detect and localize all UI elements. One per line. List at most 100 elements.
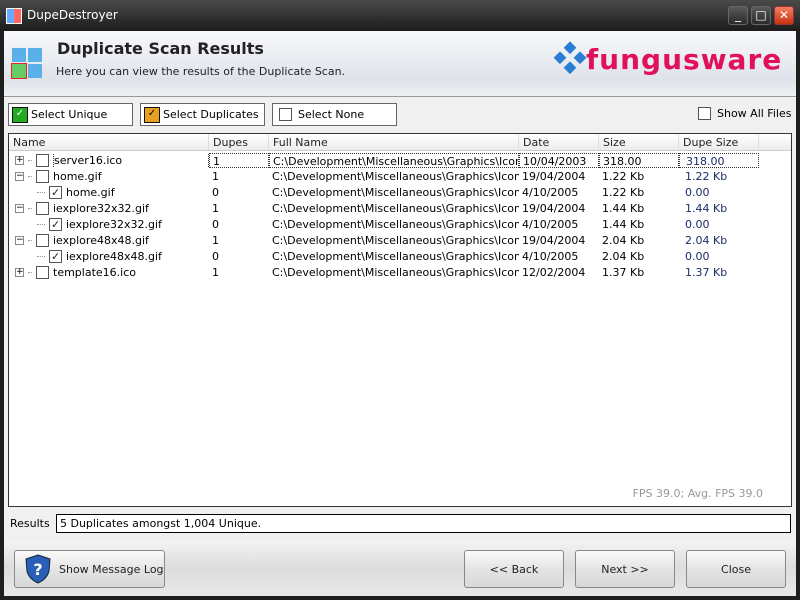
table-row[interactable]: home.gif 0 C:\Development\Miscellaneous\Gr…: [9, 184, 791, 200]
table-row[interactable]: − iexplore48x48.gif 1 C:\Development\Miscel…: [9, 232, 791, 248]
expand-icon[interactable]: +: [15, 155, 24, 165]
select-none-button[interactable]: Select None: [272, 103, 397, 126]
tree-line: [28, 175, 32, 177]
name-cell: iexplore32x32.gif: [9, 217, 209, 232]
dupe-size-cell: 1.37 Kb: [685, 265, 728, 279]
fungusware-logo: fungusware: [552, 41, 782, 81]
dupes-cell: 0: [212, 185, 219, 199]
select-unique-label: Select Unique: [31, 108, 108, 121]
full-cell: C:\Development\Miscellaneous\Graphics\Ic…: [272, 249, 519, 263]
close-button[interactable]: Close: [686, 550, 786, 588]
show-all-files-checkbox[interactable]: Show All Files: [698, 107, 791, 120]
name-cell: + template16.ico: [9, 265, 209, 280]
column-header-dupes[interactable]: Dupes: [209, 134, 269, 151]
row-checkbox[interactable]: [36, 233, 49, 247]
full-cell: C:\Development\Miscellaneous\Graphics\Ic…: [272, 169, 519, 183]
full-cell: C:\Development\Miscellaneous\Graphics\Ic…: [269, 152, 519, 168]
dupe-size-cell: 318.00: [679, 152, 759, 168]
date-cell: 4/10/2005: [522, 185, 579, 199]
file-name: iexplore48x48.gif: [66, 249, 162, 263]
name-cell: + server16.ico: [9, 152, 209, 168]
row-checkbox[interactable]: [36, 169, 49, 183]
size-cell: 1.37 Kb: [602, 265, 645, 279]
date-cell: 12/02/2004: [522, 265, 586, 279]
scan-icon: [11, 48, 42, 79]
dupes-cell: 1: [209, 152, 269, 168]
file-name: server16.ico: [53, 152, 209, 168]
column-header-full[interactable]: Full Name: [269, 134, 519, 151]
results-tree-list[interactable]: Name Dupes Full Name Date Size Dupe Size + ser…: [8, 133, 792, 507]
file-name: iexplore48x48.gif: [53, 233, 149, 247]
column-header-size[interactable]: Size: [599, 134, 679, 151]
next-button[interactable]: Next >>: [575, 550, 675, 588]
show-message-log-label: Show Message Log: [59, 562, 164, 576]
size-cell: 1.22 Kb: [602, 169, 645, 183]
empty-checkbox-icon: [279, 108, 292, 121]
back-button[interactable]: << Back: [464, 550, 564, 588]
show-message-log-button[interactable]: ? Show Message Log: [14, 550, 165, 588]
column-header-dupe-size[interactable]: Dupe Size: [679, 134, 759, 151]
file-name: home.gif: [66, 185, 115, 199]
select-duplicates-icon: ✓: [144, 106, 160, 123]
tree-line: [28, 207, 32, 209]
row-checkbox[interactable]: [36, 201, 49, 215]
table-row[interactable]: iexplore48x48.gif 0 C:\Development\Miscell…: [9, 248, 791, 264]
fps-readout: FPS 39.0; Avg. FPS 39.0: [632, 487, 763, 500]
full-cell: C:\Development\Miscellaneous\Graphics\Ic…: [272, 233, 519, 247]
column-header-name[interactable]: Name: [9, 134, 209, 151]
row-checkbox[interactable]: [49, 217, 62, 232]
dupe-size-cell: 0.00: [685, 217, 710, 231]
file-name: iexplore32x32.gif: [53, 201, 149, 215]
page-subtitle: Here you can view the results of the Dup…: [56, 65, 346, 78]
tree-line: [28, 159, 32, 161]
table-row[interactable]: − iexplore32x32.gif 1 C:\Development\Miscel…: [9, 200, 791, 216]
full-cell: C:\Development\Miscellaneous\Graphics\Ic…: [272, 201, 519, 215]
select-unique-button[interactable]: ✓ Select Unique: [8, 103, 133, 126]
dupes-cell: 1: [212, 169, 219, 183]
dupe-size-cell: 0.00: [685, 185, 710, 199]
file-name: home.gif: [53, 169, 102, 183]
table-row[interactable]: − home.gif 1 C:\Development\Miscellaneous\G…: [9, 168, 791, 184]
checkbox[interactable]: [698, 107, 711, 120]
row-checkbox[interactable]: [36, 265, 49, 279]
dupes-cell: 1: [212, 233, 219, 247]
dupe-size-cell: 1.22 Kb: [685, 169, 728, 183]
close-window-button[interactable]: ✕: [774, 6, 794, 25]
window-title: DupeDestroyer: [27, 8, 118, 22]
title-bar: DupeDestroyer _ □ ✕: [0, 0, 800, 31]
header-panel: Duplicate Scan Results Here you can view…: [4, 31, 796, 97]
table-row[interactable]: + server16.ico 1 C:\Development\Miscellaneo…: [9, 152, 791, 168]
file-name: template16.ico: [53, 265, 136, 279]
collapse-icon[interactable]: −: [15, 171, 24, 181]
full-cell: C:\Development\Miscellaneous\Graphics\Ic…: [272, 185, 519, 199]
dupe-size-cell: 0.00: [685, 249, 710, 263]
shield-help-icon: ?: [25, 554, 51, 584]
tree-line: [37, 255, 45, 257]
list-header: Name Dupes Full Name Date Size Dupe Size: [9, 134, 791, 151]
minimize-button[interactable]: _: [728, 6, 748, 25]
select-none-label: Select None: [298, 108, 365, 121]
name-cell: − iexplore48x48.gif: [9, 233, 209, 248]
dupes-cell: 1: [212, 201, 219, 215]
table-row[interactable]: iexplore32x32.gif 0 C:\Development\Miscell…: [9, 216, 791, 232]
page-title: Duplicate Scan Results: [57, 39, 264, 58]
date-cell: 19/04/2004: [522, 201, 586, 215]
table-row[interactable]: + template16.ico 1 C:\Development\Miscellan…: [9, 264, 791, 280]
row-checkbox[interactable]: [36, 153, 49, 167]
collapse-icon[interactable]: −: [15, 203, 24, 213]
row-checkbox[interactable]: [49, 249, 62, 264]
column-header-date[interactable]: Date: [519, 134, 599, 151]
date-cell: 4/10/2005: [522, 217, 579, 231]
svg-text:?: ?: [33, 560, 42, 579]
select-duplicates-button[interactable]: ✓ Select Duplicates: [140, 103, 265, 126]
maximize-button[interactable]: □: [751, 6, 771, 25]
expand-icon[interactable]: +: [15, 267, 24, 277]
footer-bar: ? Show Message Log << Back Next >> Close: [4, 540, 796, 596]
dupes-cell: 0: [212, 249, 219, 263]
size-cell: 318.00: [599, 152, 679, 168]
size-cell: 1.44 Kb: [602, 217, 645, 231]
dupe-size-cell: 2.04 Kb: [685, 233, 728, 247]
dupe-size-cell: 1.44 Kb: [685, 201, 728, 215]
row-checkbox[interactable]: [49, 185, 62, 200]
collapse-icon[interactable]: −: [15, 235, 24, 245]
